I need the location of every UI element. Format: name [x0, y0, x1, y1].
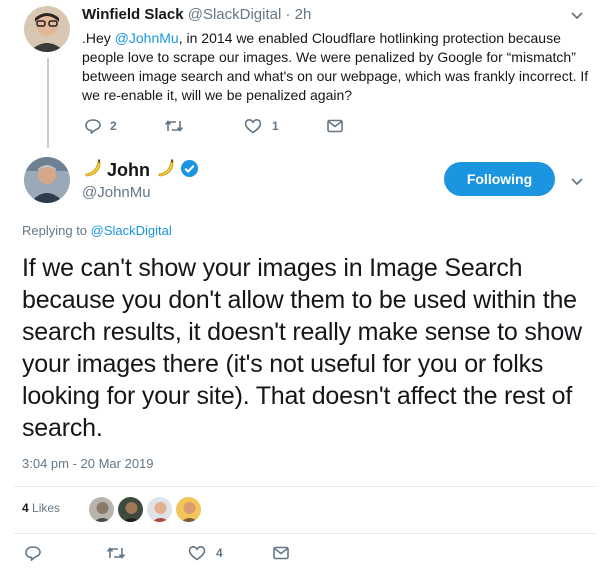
avatar[interactable]: [146, 496, 173, 523]
avatar[interactable]: [24, 157, 70, 203]
reply-icon: [24, 545, 42, 561]
retweet-icon: [164, 118, 184, 134]
banana-emoji: [82, 158, 102, 183]
likers-avatars: [88, 496, 202, 523]
heart-icon: [188, 545, 206, 561]
thread-line: [47, 58, 49, 148]
heart-icon: [244, 118, 262, 134]
tweet-actions: 2 1: [84, 118, 344, 134]
divider: [14, 486, 597, 487]
retweet-header: Winfield Slack @SlackDigital · 2h: [82, 6, 311, 23]
like-button[interactable]: 1: [244, 118, 326, 134]
reply-button[interactable]: [24, 545, 106, 561]
avatar[interactable]: [175, 496, 202, 523]
retweet-button[interactable]: [164, 118, 244, 134]
avatar[interactable]: [88, 496, 115, 523]
retweet-button[interactable]: [106, 545, 188, 561]
author-handle[interactable]: @JohnMu: [82, 184, 151, 201]
mail-icon: [326, 118, 344, 134]
banana-emoji: [155, 158, 175, 183]
likes-label: Likes: [32, 501, 61, 515]
author-handle[interactable]: @SlackDigital: [188, 6, 282, 23]
author-name-row: John: [82, 158, 199, 183]
chevron-down-icon[interactable]: [570, 8, 584, 24]
tweet-text: .Hey @JohnMu, in 2014 we enabled Cloudfl…: [82, 29, 592, 105]
verified-badge-icon: [180, 159, 199, 183]
replying-to: Replying to @SlackDigital: [22, 223, 172, 238]
dm-button[interactable]: [326, 118, 344, 134]
avatar[interactable]: [117, 496, 144, 523]
tweet-text-before: .Hey: [82, 30, 115, 46]
retweet-icon: [106, 545, 126, 561]
chevron-down-icon[interactable]: [570, 174, 584, 190]
likes-summary[interactable]: 4 Likes: [22, 501, 60, 515]
following-button[interactable]: Following: [444, 162, 555, 196]
like-count: 4: [216, 546, 223, 560]
replying-to-link[interactable]: @SlackDigital: [91, 223, 172, 238]
tweet-actions: 4: [24, 545, 290, 561]
avatar[interactable]: [24, 6, 70, 52]
reply-icon: [84, 118, 102, 134]
author-name[interactable]: Winfield Slack: [82, 6, 184, 23]
like-count: 1: [272, 119, 279, 133]
author-name[interactable]: John: [107, 160, 150, 181]
dm-button[interactable]: [272, 545, 290, 561]
separator: ·: [285, 6, 291, 23]
tweet-text: If we can't show your images in Image Se…: [22, 254, 582, 442]
likes-count: 4: [22, 501, 29, 515]
replying-prefix: Replying to: [22, 223, 91, 238]
reply-count: 2: [110, 119, 117, 133]
divider: [14, 533, 597, 534]
reply-button[interactable]: 2: [84, 118, 164, 134]
like-button[interactable]: 4: [188, 545, 272, 561]
mail-icon: [272, 545, 290, 561]
tweet-time[interactable]: 2h: [295, 6, 312, 23]
mention-link[interactable]: @JohnMu: [115, 30, 179, 46]
tweet-timestamp[interactable]: 3:04 pm - 20 Mar 2019: [22, 456, 154, 471]
